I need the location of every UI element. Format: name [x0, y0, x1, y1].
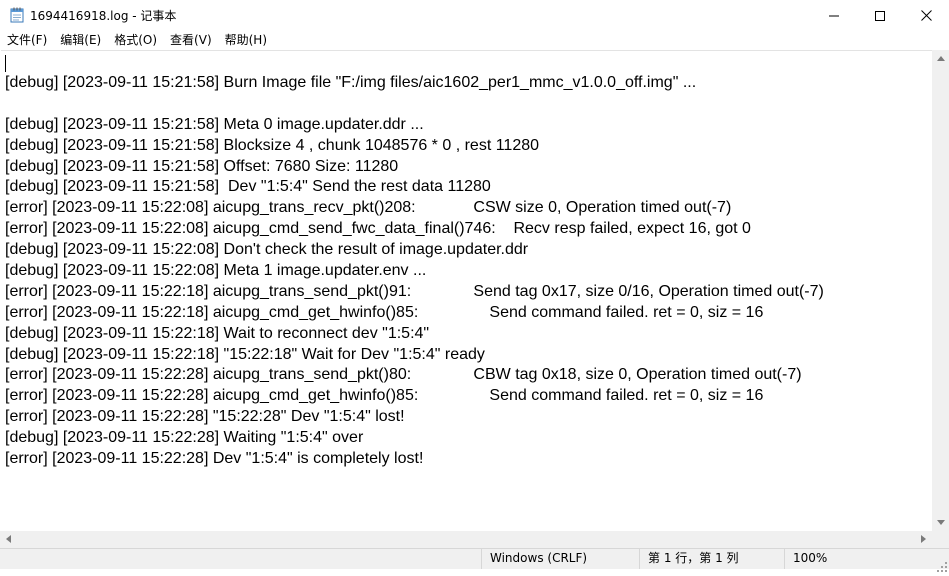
log-line: [error] [2023-09-11 15:22:18] aicupg_tra…	[5, 282, 824, 300]
menu-format[interactable]: 格式(O)	[107, 31, 163, 50]
log-line: [debug] [2023-09-11 15:22:28] Waiting "1…	[5, 429, 364, 447]
scroll-right-icon	[921, 534, 926, 545]
log-line: [debug] [2023-09-11 15:22:08] Meta 1 ima…	[5, 262, 427, 280]
title-bar[interactable]: 1694416918.log - 记事本	[0, 0, 949, 31]
log-line: [error] [2023-09-11 15:22:28] aicupg_cmd…	[5, 387, 764, 405]
menu-file[interactable]: 文件(F)	[0, 31, 53, 50]
status-zoom: 100%	[784, 549, 949, 569]
text-caret	[5, 55, 6, 72]
log-line: [error] [2023-09-11 15:22:28] "15:22:28"…	[5, 408, 405, 426]
maximize-button[interactable]	[857, 0, 903, 31]
menu-help[interactable]: 帮助(H)	[218, 31, 273, 50]
menu-view[interactable]: 查看(V)	[163, 31, 218, 50]
log-line: [error] [2023-09-11 15:22:08] aicupg_tra…	[5, 199, 732, 217]
scroll-left-icon	[6, 534, 11, 545]
log-line: [debug] [2023-09-11 15:21:58] Dev "1:5:4…	[5, 178, 491, 196]
notepad-icon	[10, 7, 24, 23]
status-bar: Windows (CRLF) 第 1 行，第 1 列 100%	[0, 548, 949, 572]
scroll-up-icon	[936, 54, 945, 63]
minimize-icon	[829, 6, 839, 25]
scroll-down-icon	[936, 518, 945, 527]
horizontal-scrollbar[interactable]	[0, 531, 932, 548]
log-line: [debug] [2023-09-11 15:22:08] Don't chec…	[5, 241, 529, 259]
scroll-left-button[interactable]	[0, 531, 17, 548]
minimize-button[interactable]	[811, 0, 857, 31]
window-title: 1694416918.log - 记事本	[30, 9, 177, 23]
text-editor[interactable]: [debug] [2023-09-11 15:21:58] Burn Image…	[1, 50, 932, 532]
log-line: [error] [2023-09-11 15:22:18] aicupg_cmd…	[5, 303, 764, 321]
scroll-up-button[interactable]	[932, 50, 949, 67]
log-line: [debug] [2023-09-11 15:21:58] Offset: 76…	[5, 157, 399, 175]
menu-edit[interactable]: 编辑(E)	[53, 31, 107, 50]
log-line: [error] [2023-09-11 15:22:28] aicupg_tra…	[5, 366, 802, 384]
scrollbar-corner	[932, 531, 949, 548]
notepad-window: 1694416918.log - 记事本 文件(F) 编辑(E) 格式(O) 查…	[0, 0, 949, 572]
resize-grip-icon[interactable]	[937, 557, 947, 572]
vertical-scrollbar[interactable]	[932, 50, 949, 531]
log-line: [debug] [2023-09-11 15:22:18] Wait to re…	[5, 324, 430, 342]
log-line: [debug] [2023-09-11 15:21:58] Blocksize …	[5, 136, 540, 154]
menu-bar: 文件(F) 编辑(E) 格式(O) 查看(V) 帮助(H)	[0, 31, 949, 50]
log-line: [debug] [2023-09-11 15:22:18] "15:22:18"…	[5, 345, 485, 363]
maximize-icon	[875, 6, 885, 25]
scroll-down-button[interactable]	[932, 514, 949, 531]
close-button[interactable]	[903, 0, 949, 31]
status-encoding: Windows (CRLF)	[481, 549, 639, 569]
close-icon	[920, 6, 932, 25]
log-line: [error] [2023-09-11 15:22:28] Dev "1:5:4…	[5, 450, 424, 468]
log-line: [error] [2023-09-11 15:22:08] aicupg_cmd…	[5, 220, 751, 238]
log-line: [debug] [2023-09-11 15:21:58] Meta 0 ima…	[5, 115, 424, 133]
log-content: [debug] [2023-09-11 15:21:58] Burn Image…	[5, 73, 824, 470]
scroll-right-button[interactable]	[915, 531, 932, 548]
status-cursor-position: 第 1 行，第 1 列	[639, 549, 784, 569]
vertical-scroll-track[interactable]	[935, 67, 946, 514]
log-line: [debug] [2023-09-11 15:21:58] Burn Image…	[5, 74, 697, 91]
